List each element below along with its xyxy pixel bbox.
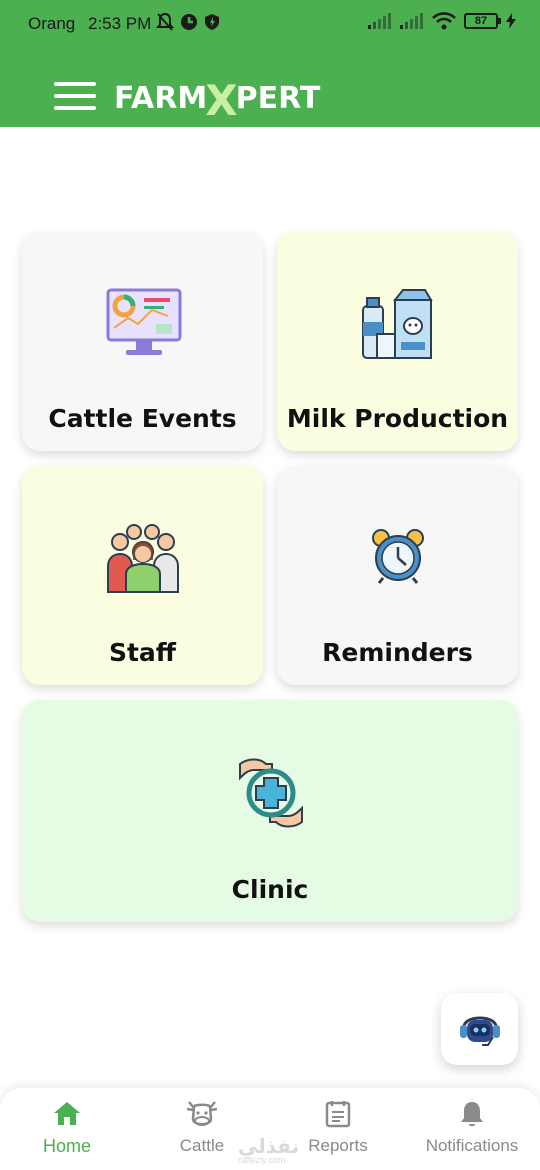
status-icons-right: 87 [368,12,516,30]
status-time: 2:53 PM [88,14,152,33]
nav-home[interactable]: Home [22,1088,112,1170]
alarm-clock-icon [372,529,424,584]
notifications-off-icon [156,12,174,31]
card-label: Milk Production [286,404,509,433]
nav-label: Cattle [179,1136,225,1155]
top-bar: Orange 2:53 PM [0,0,540,127]
card-label: Cattle Events [48,404,237,433]
monitor-analytics-icon [106,288,182,355]
nav-label: Reports [308,1136,368,1155]
menu-bar [54,82,96,86]
medical-cross-hands-icon [239,758,303,828]
status-bar: Orange 2:53 PM [0,0,540,46]
logo-x-mark: X [205,75,238,125]
watermark: نفذلي nafezly.com [238,1134,299,1165]
home-icon [54,1102,80,1125]
battery-indicator: 87 [464,13,501,29]
app-status-icon [181,14,197,30]
logo-text-right: PERT [235,80,321,116]
reminders-card[interactable]: Reminders [277,466,518,685]
wifi-icon [432,12,456,30]
nav-notifications[interactable]: Notifications [416,1088,528,1170]
milk-bottles-icon [362,289,433,359]
carrier-name: Orange [28,14,76,33]
bell-icon [461,1102,483,1127]
nav-label: Home [42,1136,91,1156]
app-logo: FARM X PERT [114,76,321,125]
menu-button[interactable] [54,82,96,112]
nav-label: Notifications [425,1136,519,1155]
card-label: Staff [108,638,177,667]
nav-cattle[interactable]: Cattle [162,1088,242,1170]
clinic-card[interactable]: Clinic [22,700,518,922]
status-icons-left [156,12,220,32]
cattle-events-card[interactable]: Cattle Events [22,232,263,451]
cow-icon [186,1101,218,1126]
menu-bar [54,94,96,98]
charging-icon [506,13,516,29]
people-group-icon [107,524,179,593]
milk-production-card[interactable]: Milk Production [277,232,518,451]
chatbot-button[interactable] [441,993,518,1065]
signal-icon [368,13,391,29]
report-icon [325,1101,351,1128]
robot-support-icon [460,1016,500,1046]
logo-text-left: FARM [114,80,208,116]
card-label: Clinic [231,875,309,904]
nav-reports[interactable]: Reports [298,1088,378,1170]
menu-bar [54,106,96,110]
shield-icon [205,14,219,30]
signal-icon-2 [400,13,423,29]
app-bar: FARM X PERT [0,70,540,126]
card-label: Reminders [322,638,473,667]
staff-card[interactable]: Staff [22,466,263,685]
